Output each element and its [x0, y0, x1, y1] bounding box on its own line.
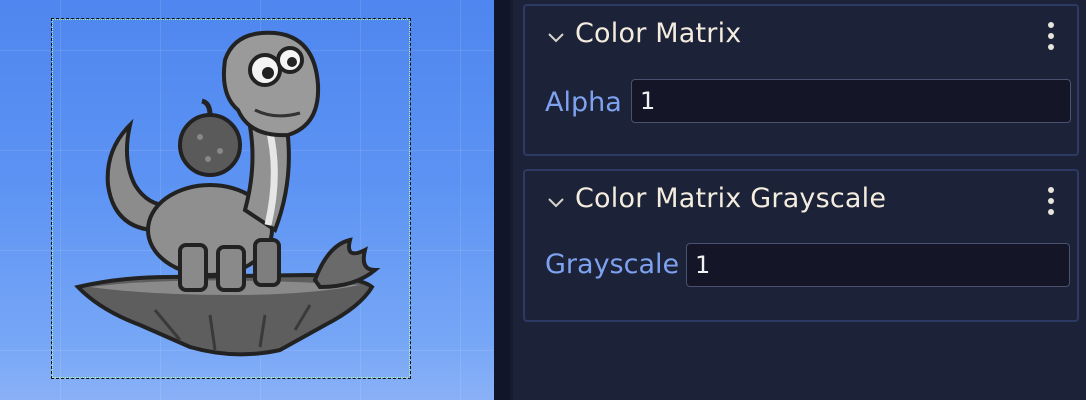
panel-title: Color Matrix: [575, 18, 742, 49]
grayscale-label: Grayscale: [545, 249, 680, 280]
chevron-down-icon[interactable]: [547, 193, 565, 211]
panel-title: Color Matrix Grayscale: [575, 183, 887, 214]
panel-header[interactable]: Color Matrix: [525, 6, 1077, 68]
color-matrix-panel: Color Matrix Alpha: [523, 4, 1079, 156]
alpha-input[interactable]: [631, 79, 1071, 123]
panel-header[interactable]: Color Matrix Grayscale: [525, 171, 1077, 233]
grid-line: [460, 0, 461, 400]
panel-divider[interactable]: [494, 0, 510, 400]
more-options-icon[interactable]: [1047, 187, 1055, 215]
inspector-panel: Color Matrix Alpha Color Matrix Grayscal…: [513, 0, 1086, 400]
scene-viewport[interactable]: [0, 0, 494, 400]
alpha-label: Alpha: [545, 87, 622, 118]
selection-outline[interactable]: [51, 18, 411, 379]
color-matrix-grayscale-panel: Color Matrix Grayscale Grayscale: [523, 169, 1079, 322]
grayscale-input[interactable]: [686, 243, 1070, 287]
chevron-down-icon[interactable]: [547, 28, 565, 46]
more-options-icon[interactable]: [1047, 22, 1055, 50]
